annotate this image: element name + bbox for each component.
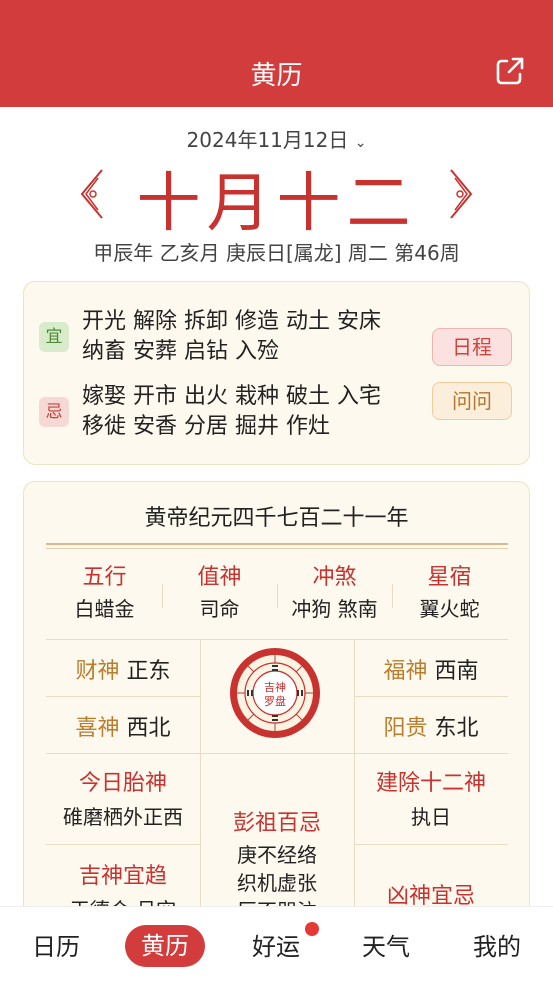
schedule-button[interactable]: 日程: [432, 328, 512, 366]
ji-line-2: 移徙 安香 分居 掘井 作灶: [82, 414, 330, 439]
caishen-label: 财神: [75, 659, 120, 684]
col-heading: 值神: [197, 565, 242, 590]
divider: [46, 844, 200, 845]
jishen-label: 吉神宜趋: [78, 864, 167, 889]
notification-dot: [305, 922, 319, 936]
summary-columns: 五行 白蜡金 值神 司命 冲煞 冲狗 煞南 星宿 翼火蛇: [24, 562, 529, 628]
divider: [46, 548, 508, 549]
xishen: 喜神 西北: [46, 710, 200, 742]
compass-label-1: 吉神: [264, 680, 286, 694]
col-wuxing: 五行 白蜡金: [47, 562, 162, 624]
fushen-value: 西南: [434, 659, 479, 684]
yi-list: 开光 解除 拆卸 修造 动土 安床 纳畜 安葬 启钻 入殓: [82, 307, 381, 367]
yi-ji-card: 宜 开光 解除 拆卸 修造 动土 安床 纳畜 安葬 启钻 入殓 忌 嫁娶 开市 …: [23, 281, 530, 465]
ji-badge: 忌: [39, 397, 69, 427]
taishen-label: 今日胎神: [78, 771, 167, 796]
col-value: 冲狗 煞南: [291, 597, 378, 621]
tab-weather[interactable]: 天气: [346, 927, 426, 962]
col-value: 白蜡金: [74, 597, 135, 621]
tab-mine[interactable]: 我的: [457, 927, 537, 962]
yanggui-value: 东北: [434, 716, 479, 741]
ask-button[interactable]: 问问: [432, 382, 512, 420]
divider: [354, 696, 508, 697]
xishen-label: 喜神: [75, 716, 120, 741]
jianchu-label: 建除十二神: [375, 771, 486, 796]
right-ornament-icon: [450, 169, 473, 219]
page-title: 黄历: [250, 61, 303, 91]
divider: [162, 584, 163, 608]
divider: [354, 844, 508, 845]
compass-label-2: 罗盘: [264, 694, 286, 708]
col-heading: 冲煞: [312, 565, 357, 590]
compass-icon[interactable]: 吉神 罗盘: [229, 647, 321, 739]
yi-line-1: 开光 解除 拆卸 修造 动土 安床: [82, 309, 381, 334]
yi-line-2: 纳畜 安葬 启钻 入殓: [82, 339, 279, 364]
divider: [392, 584, 393, 608]
ji-list: 嫁娶 开市 出火 栽种 破土 入宅 移徙 安香 分居 掘井 作灶: [82, 382, 381, 442]
yanggui: 阳贵 东北: [354, 710, 508, 742]
col-value: 司命: [199, 597, 240, 621]
col-chongsha: 冲煞 冲狗 煞南: [277, 562, 392, 624]
solar-date: 2024年11月12日: [186, 128, 349, 152]
jianchu-value: 执日: [411, 805, 451, 829]
pengzu-line-1: 庚不经络: [237, 843, 317, 867]
pengzu-line-2: 织机虚张: [237, 871, 317, 895]
col-xingxiu: 星宿 翼火蛇: [392, 562, 507, 624]
solar-date-picker[interactable]: 2024年11月12日 ⌄: [0, 124, 553, 153]
divider: [46, 639, 508, 640]
fushen: 福神 西南: [354, 653, 508, 685]
share-icon[interactable]: [495, 56, 525, 86]
chevron-down-icon: ⌄: [354, 135, 367, 151]
fushen-label: 福神: [383, 659, 428, 684]
divider: [46, 753, 508, 754]
taishen: 今日胎神 碓磨栖外正西: [46, 765, 200, 830]
divider: [277, 584, 278, 608]
yanggui-label: 阳贵: [383, 716, 428, 741]
ganzhi-line: 甲辰年 乙亥月 庚辰日[属龙] 周二 第46周: [93, 241, 460, 265]
taishen-value: 碓磨栖外正西: [63, 805, 183, 829]
divider: [46, 543, 508, 545]
tab-calendar[interactable]: 日历: [16, 927, 96, 962]
col-heading: 五行: [82, 565, 127, 590]
divider: [46, 696, 200, 697]
pengzu-label: 彭祖百忌: [232, 811, 321, 836]
col-zhishen: 值神 司命: [162, 562, 277, 624]
app-header: 黄历: [0, 0, 553, 107]
caishen: 财神 正东: [46, 653, 200, 685]
col-heading: 星宿: [427, 565, 472, 590]
era-title: 黄帝纪元四千七百二十一年: [144, 506, 409, 531]
caishen-value: 正东: [126, 659, 171, 684]
bottom-tab-bar: 日历 黄历 好运 天气 我的: [0, 906, 553, 983]
ji-line-1: 嫁娶 开市 出火 栽种 破土 入宅: [82, 384, 381, 409]
xishen-value: 西北: [126, 716, 171, 741]
yi-badge: 宜: [39, 322, 69, 352]
tab-fortune[interactable]: 好运: [236, 927, 316, 962]
col-value: 翼火蛇: [419, 597, 480, 621]
tab-almanac[interactable]: 黄历: [125, 925, 205, 967]
jianchu: 建除十二神 执日: [354, 765, 508, 830]
